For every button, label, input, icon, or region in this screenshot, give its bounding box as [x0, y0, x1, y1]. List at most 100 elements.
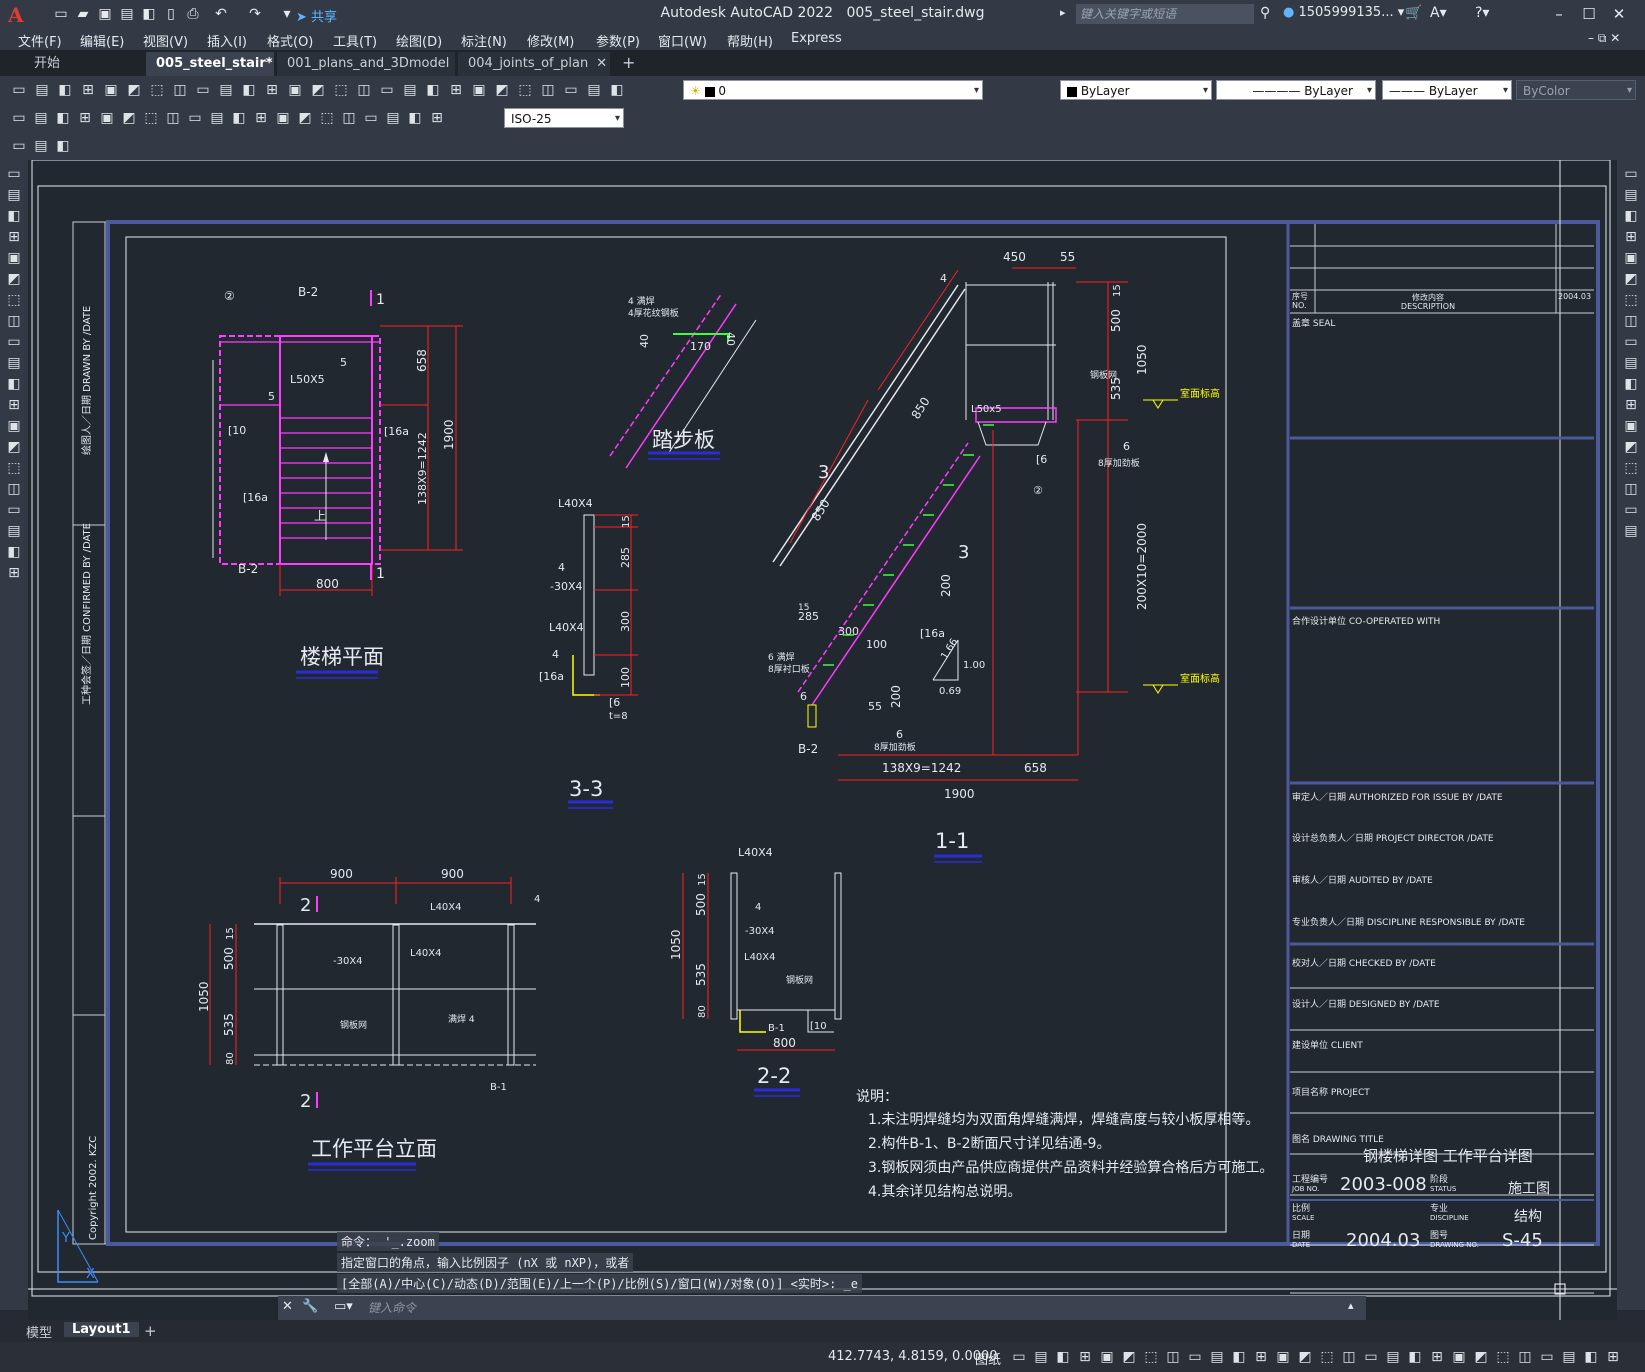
zoom-previous-icon[interactable]: ▤	[401, 81, 419, 99]
markup-icon[interactable]: ⬚	[516, 81, 534, 99]
dimtedit-icon[interactable]: ◧	[406, 109, 424, 127]
xline-icon[interactable]: ▤	[5, 186, 23, 204]
new-tab-icon[interactable]: +	[622, 53, 635, 72]
circle-icon[interactable]: ⬚	[5, 291, 23, 309]
offset-icon[interactable]: ⊞	[1622, 228, 1640, 246]
lock-ui-icon[interactable]: ◫	[1516, 1348, 1534, 1366]
jogline-icon[interactable]: ▭	[362, 109, 380, 127]
dimdiameter-icon[interactable]: ⬚	[142, 109, 160, 127]
menu-insert[interactable]: 插入(I)	[207, 31, 247, 50]
insert-icon[interactable]: ⊞	[5, 396, 23, 414]
menu-window[interactable]: 窗口(W)	[658, 31, 707, 50]
osnap-tracking-icon[interactable]: ◫	[1164, 1348, 1182, 1366]
designcenter-icon[interactable]: ⊞	[447, 81, 465, 99]
search-icon[interactable]: ⚲	[1260, 5, 1270, 21]
minimize-button[interactable]: –	[1546, 2, 1572, 26]
menu-express[interactable]: Express	[791, 31, 842, 46]
close-button[interactable]: ✕	[1606, 2, 1632, 26]
spline-icon[interactable]: ▭	[5, 333, 23, 351]
annotation-scale-icon[interactable]: ◧	[1406, 1348, 1424, 1366]
dynamic-ucs-icon[interactable]: ◩	[1296, 1348, 1314, 1366]
sheetset-icon[interactable]: ◩	[493, 81, 511, 99]
tab-005-steel-stair[interactable]: 005_steel_stair*✕	[146, 52, 291, 76]
3dprint-icon[interactable]: ⬚	[148, 81, 166, 99]
search-input[interactable]: 键入关键字或短语	[1076, 4, 1254, 24]
units-icon[interactable]: ◩	[1472, 1348, 1490, 1366]
infer-icon[interactable]: ◧	[1054, 1348, 1072, 1366]
quick-properties-icon[interactable]: ⬚	[1494, 1348, 1512, 1366]
undo-icon[interactable]: ▣	[286, 81, 304, 99]
open-icon[interactable]: ▤	[33, 81, 51, 99]
dimlinear-icon[interactable]: ▭	[10, 109, 28, 127]
move-icon[interactable]: ◩	[1622, 270, 1640, 288]
plot-icon[interactable]: ⊞	[79, 81, 97, 99]
ellipse-arc-icon[interactable]: ◧	[5, 375, 23, 393]
maximize-button[interactable]: ☐	[1576, 2, 1602, 26]
stretch-icon[interactable]: ▭	[1622, 333, 1640, 351]
chamfer-icon[interactable]: ⬚	[1622, 459, 1640, 477]
region-icon[interactable]: ▭	[5, 501, 23, 519]
toolpalettes-icon[interactable]: ▣	[470, 81, 488, 99]
selection-cycling-icon[interactable]: ⊞	[1252, 1348, 1270, 1366]
dimaligned-icon[interactable]: ▤	[32, 109, 50, 127]
lineweight-dropdown[interactable]: ——— ByLayer ▾	[1382, 80, 1512, 100]
array-icon[interactable]: ▣	[1622, 249, 1640, 267]
dimspace-icon[interactable]: ⊞	[252, 109, 270, 127]
mtext-icon[interactable]: ◧	[5, 543, 23, 561]
zoom-window-icon[interactable]: ▭	[378, 81, 396, 99]
polyline-icon[interactable]: ◧	[5, 207, 23, 225]
menu-help[interactable]: 帮助(H)	[727, 31, 773, 50]
zoom-realtime-icon[interactable]: ◫	[355, 81, 373, 99]
block-icon[interactable]: ⊞	[263, 81, 281, 99]
point-icon[interactable]: ◩	[5, 438, 23, 456]
gizmo-icon[interactable]: ◫	[1340, 1348, 1358, 1366]
block-icon[interactable]: ▣	[5, 417, 23, 435]
cart-icon[interactable]: 🛒	[1405, 5, 1422, 21]
cut-icon[interactable]: ◫	[171, 81, 189, 99]
help-icon[interactable]: ?▾	[1475, 5, 1489, 21]
join-icon[interactable]: ◩	[1622, 438, 1640, 456]
copy-obj-icon[interactable]: ▤	[1622, 186, 1640, 204]
dimstyle-dropdown[interactable]: ISO-25 ▾	[504, 108, 624, 128]
menu-dimension[interactable]: 标注(N)	[461, 31, 507, 50]
command-scroll-icon[interactable]: ▴	[1348, 1299, 1354, 1312]
customize-icon[interactable]: 🔧	[302, 1299, 318, 1314]
tolerance-icon[interactable]: ◩	[296, 109, 314, 127]
command-input[interactable]: 键入命令	[368, 1299, 416, 1316]
erase-icon[interactable]: ▭	[1622, 165, 1640, 183]
properties-icon[interactable]: ◧	[424, 81, 442, 99]
menu-format[interactable]: 格式(O)	[267, 31, 313, 50]
menu-tools[interactable]: 工具(T)	[333, 31, 377, 50]
close-command-icon[interactable]: ✕	[282, 1299, 293, 1314]
pan-icon[interactable]: ⬚	[332, 81, 350, 99]
dimedit-icon[interactable]: ▤	[384, 109, 402, 127]
menu-draw[interactable]: 绘图(D)	[396, 31, 442, 50]
centermark-icon[interactable]: ⬚	[318, 109, 336, 127]
save-icon[interactable]: ◧	[56, 81, 74, 99]
copy-icon[interactable]: ▭	[194, 81, 212, 99]
paper-space-toggle[interactable]: 图纸	[975, 1349, 1001, 1368]
redo-icon[interactable]: ◩	[309, 81, 327, 99]
menu-modify[interactable]: 修改(M)	[527, 31, 574, 50]
matchprop-icon[interactable]: ◧	[240, 81, 258, 99]
help-icon[interactable]: ▭	[562, 81, 580, 99]
qnew-icon[interactable]: ▭	[10, 81, 28, 99]
annotation-visibility-icon[interactable]: ▭	[1362, 1348, 1380, 1366]
layerstate-icon[interactable]: ◧	[608, 81, 626, 99]
hatch-icon[interactable]: ⬚	[5, 459, 23, 477]
layer-match-icon[interactable]: ▭	[10, 137, 28, 155]
rectangle-icon[interactable]: ▣	[5, 249, 23, 267]
dimbaseline-icon[interactable]: ▤	[208, 109, 226, 127]
coordinates-readout[interactable]: 412.7743, 4.8159, 0.0000	[828, 1349, 998, 1364]
add-layout-icon[interactable]: +	[144, 1322, 157, 1340]
dimangular-icon[interactable]: ◫	[164, 109, 182, 127]
dimarc-icon[interactable]: ◧	[54, 109, 72, 127]
arc-icon[interactable]: ◩	[5, 270, 23, 288]
menu-parametric[interactable]: 参数(P)	[596, 31, 640, 50]
tab-start[interactable]: 开始	[24, 52, 144, 76]
line-icon[interactable]: ▭	[5, 165, 23, 183]
snap-icon[interactable]: ▤	[1032, 1348, 1050, 1366]
trim-icon[interactable]: ▤	[1622, 354, 1640, 372]
close-tab-icon[interactable]: ✕	[596, 56, 607, 71]
dimbreak-icon[interactable]: ▣	[274, 109, 292, 127]
